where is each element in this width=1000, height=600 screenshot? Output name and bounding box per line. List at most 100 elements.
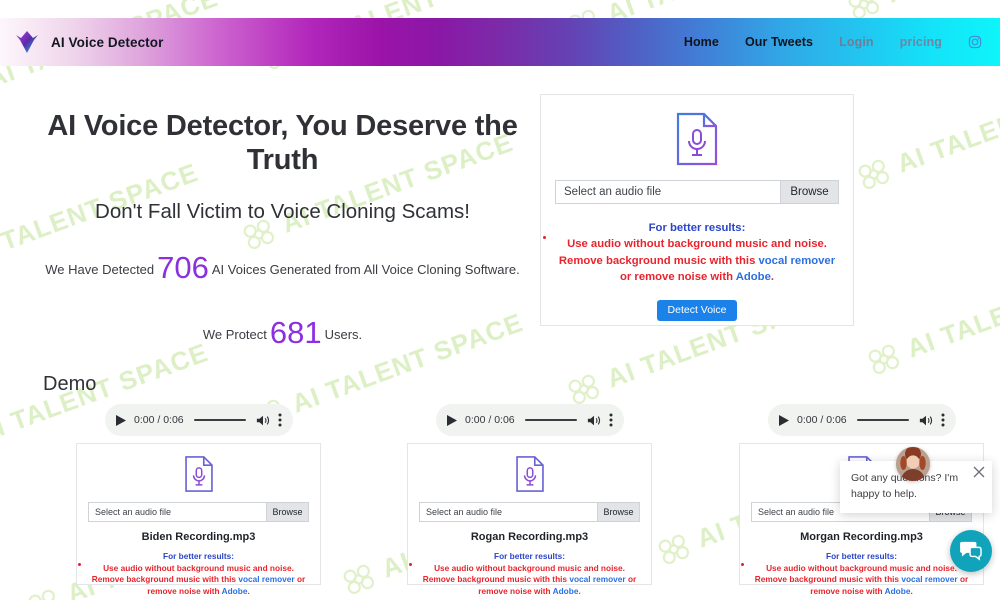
audio-time-1: 0:00 / 0:06 bbox=[134, 414, 184, 426]
chat-bubble-icon bbox=[960, 541, 982, 561]
more-vertical-icon[interactable] bbox=[278, 413, 282, 427]
adobe-link[interactable]: Adobe bbox=[885, 586, 911, 596]
detect-voice-button[interactable]: Detect Voice bbox=[657, 299, 737, 321]
stat-detected: We Have Detected706 AI Voices Generated f… bbox=[30, 252, 535, 283]
brand-name: AI Voice Detector bbox=[51, 34, 164, 50]
close-icon[interactable] bbox=[973, 466, 985, 478]
demo-card-2: Select an audio file Browse Rogan Record… bbox=[407, 443, 652, 596]
tips-line-2: Remove background music with this vocal … bbox=[748, 574, 975, 597]
nav-links: Home Our Tweets Login pricing bbox=[684, 35, 982, 49]
audio-player-2[interactable]: 0:00 / 0:06 bbox=[436, 404, 624, 436]
adobe-link[interactable]: Adobe bbox=[553, 586, 579, 596]
instagram-icon[interactable] bbox=[968, 35, 982, 49]
audio-file-microphone-icon bbox=[676, 112, 718, 166]
diamond-butterfly-logo-icon bbox=[16, 31, 38, 53]
more-vertical-icon[interactable] bbox=[941, 413, 945, 427]
tips-heading: For better results: bbox=[648, 222, 746, 234]
tips-line-2: Remove background music with this vocal … bbox=[416, 574, 643, 597]
chat-bubble-button[interactable] bbox=[950, 530, 992, 572]
audio-progress-bar-3[interactable] bbox=[856, 418, 909, 422]
tips-block: For better results: Use audio without ba… bbox=[77, 551, 320, 597]
audio-player-3[interactable]: 0:00 / 0:06 bbox=[768, 404, 956, 436]
agent-avatar[interactable] bbox=[896, 447, 930, 481]
tips-line2-post: . bbox=[578, 585, 581, 596]
audio-progress-bar-2[interactable] bbox=[524, 418, 577, 422]
audio-time-3: 0:00 / 0:06 bbox=[797, 414, 847, 426]
volume-icon[interactable] bbox=[919, 414, 933, 427]
tips-heading: For better results: bbox=[494, 551, 565, 561]
tips-line-1: Use audio without background music and n… bbox=[103, 562, 294, 573]
nav-link-pricing[interactable]: pricing bbox=[900, 35, 942, 49]
hero-section: AI Voice Detector, You Deserve the Truth… bbox=[30, 110, 535, 348]
stat-detected-number: 706 bbox=[157, 249, 209, 285]
tip-bullet-icon bbox=[78, 563, 81, 566]
tip-bullet-icon bbox=[543, 236, 546, 239]
tips-heading: For better results: bbox=[163, 551, 234, 561]
adobe-link[interactable]: Adobe bbox=[736, 271, 771, 283]
stat-protected-prefix: We Protect bbox=[202, 326, 267, 342]
demo-section-title: Demo bbox=[43, 373, 97, 395]
tips-line2-mid: or remove noise with bbox=[619, 271, 736, 284]
audio-player-1[interactable]: 0:00 / 0:06 bbox=[105, 404, 293, 436]
file-input-placeholder[interactable]: Select an audio file bbox=[556, 181, 780, 203]
play-icon[interactable] bbox=[447, 414, 457, 426]
file-select-row[interactable]: Select an audio file Browse bbox=[88, 502, 309, 522]
browse-button[interactable]: Browse bbox=[780, 181, 838, 203]
tips-line-1: Use audio without background music and n… bbox=[766, 562, 957, 573]
tips-line2-pre: Remove background music with this bbox=[91, 574, 239, 585]
nav-link-our-tweets[interactable]: Our Tweets bbox=[745, 35, 813, 49]
tips-line2-pre: Remove background music with this bbox=[754, 574, 902, 585]
tips-block: For better results: Use audio without ba… bbox=[408, 551, 651, 597]
adobe-link[interactable]: Adobe bbox=[222, 586, 248, 596]
browse-button[interactable]: Browse bbox=[597, 503, 639, 521]
audio-file-microphone-icon bbox=[184, 456, 213, 492]
tips-block: For better results: Use audio without ba… bbox=[541, 220, 853, 286]
stat-detected-suffix: AI Voices Generated from All Voice Cloni… bbox=[211, 261, 520, 277]
tips-heading: For better results: bbox=[826, 551, 897, 561]
brain-logo-icon bbox=[868, 344, 899, 374]
vocal-remover-link[interactable]: vocal remover bbox=[238, 574, 294, 584]
tips-line2-post: . bbox=[910, 585, 913, 596]
watermark-text: AI TALENT SPACE bbox=[883, 0, 1000, 10]
play-icon[interactable] bbox=[779, 414, 789, 426]
vocal-remover-link[interactable]: vocal remover bbox=[901, 574, 957, 584]
file-select-row[interactable]: Select an audio file Browse bbox=[419, 502, 640, 522]
tips-block: For better results: Use audio without ba… bbox=[740, 551, 983, 597]
tips-line2-post: . bbox=[770, 271, 774, 284]
navbar: AI Voice Detector Home Our Tweets Login … bbox=[0, 18, 1000, 66]
tips-line-1: Use audio without background music and n… bbox=[434, 562, 625, 573]
brand-logo-link[interactable]: AI Voice Detector bbox=[14, 29, 163, 55]
demo-file-name-1: Biden Recording.mp3 bbox=[141, 531, 256, 543]
vocal-remover-link[interactable]: vocal remover bbox=[569, 574, 625, 584]
file-input-placeholder[interactable]: Select an audio file bbox=[420, 503, 597, 521]
play-icon[interactable] bbox=[116, 414, 126, 426]
upload-card: Select an audio file Browse For better r… bbox=[540, 94, 854, 326]
page-root: AI TALENT SPACE AI TALENT SPACE AI TALEN… bbox=[0, 0, 1000, 600]
stat-protected-suffix: Users. bbox=[324, 326, 363, 342]
tips-line2-post: . bbox=[247, 585, 250, 596]
stat-protected: We Protect681 Users. bbox=[30, 317, 535, 348]
watermark-text: AI TALENT SPACE bbox=[892, 67, 1000, 179]
audio-progress-bar-1[interactable] bbox=[193, 418, 246, 422]
watermark-tile: AI TALENT SPACE bbox=[863, 252, 1000, 379]
tips-line-2: Remove background music with this vocal … bbox=[85, 574, 312, 597]
hero-subheadline: Don't Fall Victim to Voice Cloning Scams… bbox=[95, 199, 470, 223]
brain-logo-icon bbox=[568, 374, 599, 404]
brain-logo-icon bbox=[28, 589, 55, 600]
file-select-row[interactable]: Select an audio file Browse bbox=[555, 180, 839, 204]
volume-icon[interactable] bbox=[256, 414, 270, 427]
audio-file-microphone-icon bbox=[515, 456, 544, 492]
volume-icon[interactable] bbox=[587, 414, 601, 427]
file-input-placeholder[interactable]: Select an audio file bbox=[89, 503, 266, 521]
stat-protected-number: 681 bbox=[269, 314, 322, 350]
more-vertical-icon[interactable] bbox=[609, 413, 613, 427]
browse-button[interactable]: Browse bbox=[266, 503, 308, 521]
nav-link-login[interactable]: Login bbox=[839, 35, 874, 49]
tips-line-2: Remove background music with this vocal … bbox=[553, 253, 841, 286]
nav-link-home[interactable]: Home bbox=[684, 35, 719, 49]
brain-logo-icon bbox=[658, 534, 689, 564]
brain-logo-icon bbox=[343, 564, 374, 594]
hero-headline: AI Voice Detector, You Deserve the Truth bbox=[47, 110, 518, 176]
tip-bullet-icon bbox=[741, 563, 744, 566]
vocal-remover-link[interactable]: vocal remover bbox=[759, 255, 836, 267]
